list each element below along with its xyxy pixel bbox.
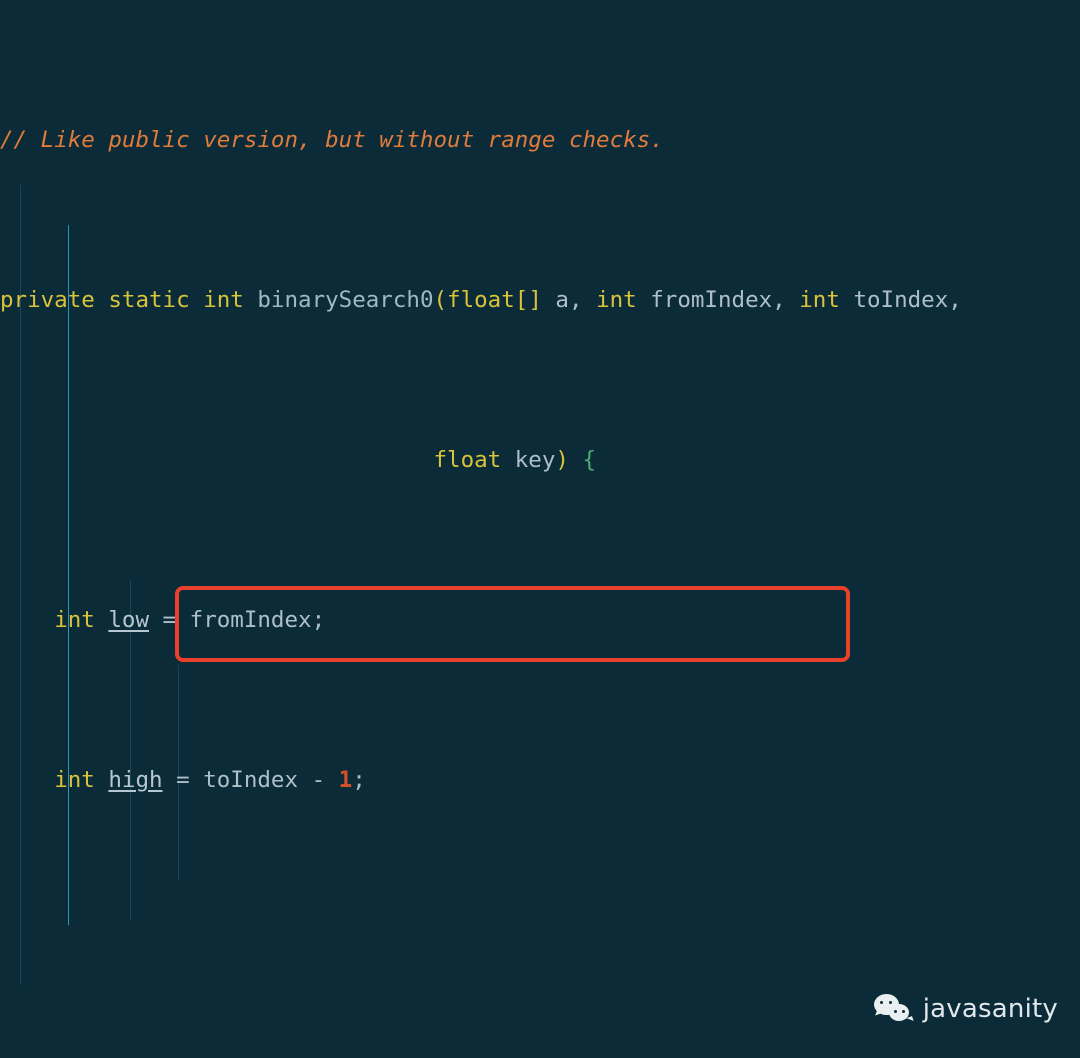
code-screenshot: // Like public version, but without rang… xyxy=(0,0,1080,1058)
code-line-4: int low = fromIndex; xyxy=(54,607,326,633)
code-line-3: float key) { xyxy=(433,447,597,473)
watermark: javasanity xyxy=(873,994,1058,1024)
code-line-2: private static int binarySearch0(float[]… xyxy=(0,287,962,313)
code-line-1: // Like public version, but without rang… xyxy=(0,120,1080,160)
watermark-label: javasanity xyxy=(922,994,1058,1024)
wechat-icon xyxy=(873,994,914,1024)
code-block[interactable]: // Like public version, but without rang… xyxy=(0,0,1080,1058)
code-line-5: int high = toIndex - 1; xyxy=(54,767,366,793)
comment-token: // Like public version, but without rang… xyxy=(0,127,664,153)
